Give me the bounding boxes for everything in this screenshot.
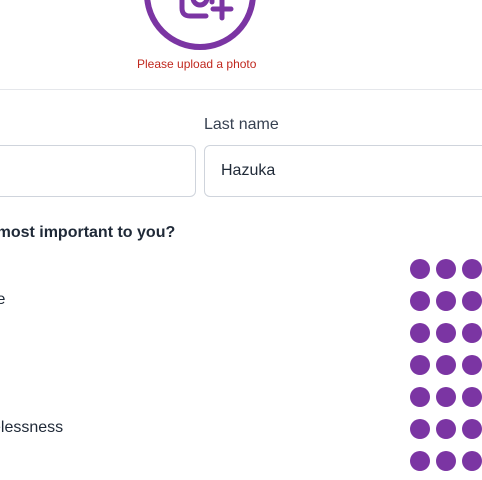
- first-name-input[interactable]: [0, 145, 196, 197]
- rating-dot-row-6-2[interactable]: [436, 419, 456, 439]
- rating-dot-row-5-1[interactable]: [410, 387, 430, 407]
- photo-error-message: Please upload a photo: [137, 57, 257, 71]
- rating-dot-row-5-3[interactable]: [462, 387, 482, 407]
- rating-dot-row-1-2[interactable]: [436, 259, 456, 279]
- section-divider: [0, 89, 482, 90]
- rating-dot-row-6-3[interactable]: [462, 419, 482, 439]
- rating-dot-row-4-1[interactable]: [410, 355, 430, 375]
- add-photo-icon: [179, 0, 234, 21]
- photo-upload-button[interactable]: [144, 0, 256, 50]
- profile-form: Please upload a photo Last name ns are m…: [0, 0, 482, 480]
- last-name-input[interactable]: [204, 145, 482, 197]
- rating-dot-row-7-1[interactable]: [410, 451, 430, 471]
- rating-dot-row-3-2[interactable]: [436, 323, 456, 343]
- rating-dot-row-4-3[interactable]: [462, 355, 482, 375]
- values-question: ns are most important to you?: [0, 224, 176, 241]
- last-name-label: Last name: [204, 116, 279, 133]
- rating-dot-row-2-2[interactable]: [436, 291, 456, 311]
- rating-dot-row-5-2[interactable]: [436, 387, 456, 407]
- rating-dot-row-4-2[interactable]: [436, 355, 456, 375]
- rating-dot-row-2-3[interactable]: [462, 291, 482, 311]
- value-row-label: elessness: [0, 419, 64, 436]
- rating-dot-row-7-3[interactable]: [462, 451, 482, 471]
- value-row-label: fe: [0, 291, 6, 308]
- rating-dot-row-7-2[interactable]: [436, 451, 456, 471]
- rating-dot-row-2-1[interactable]: [410, 291, 430, 311]
- rating-dot-row-6-1[interactable]: [410, 419, 430, 439]
- rating-dot-row-3-3[interactable]: [462, 323, 482, 343]
- rating-dot-row-3-1[interactable]: [410, 323, 430, 343]
- rating-dot-row-1-1[interactable]: [410, 259, 430, 279]
- rating-dot-row-1-3[interactable]: [462, 259, 482, 279]
